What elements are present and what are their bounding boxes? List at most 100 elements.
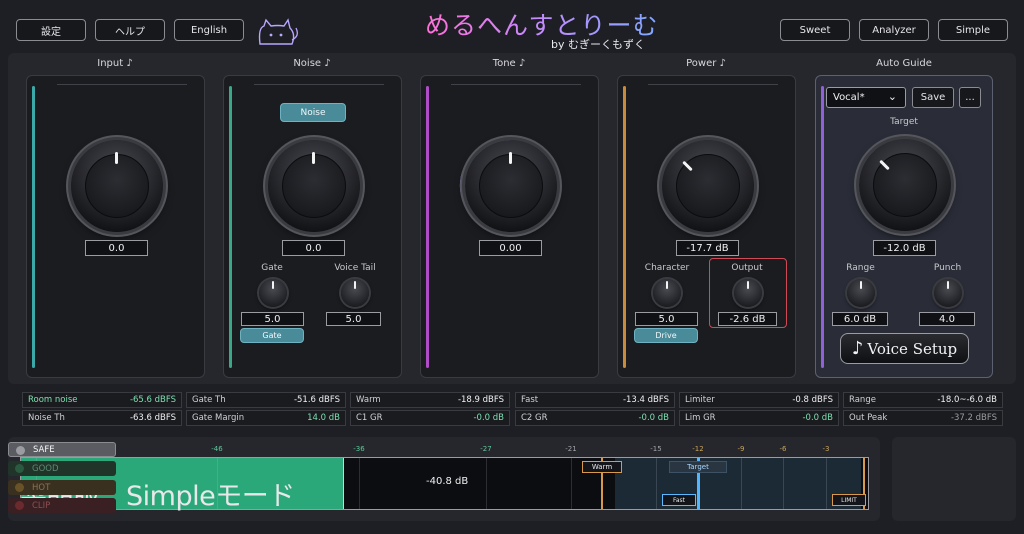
meter-tick-label: -9: [737, 445, 745, 453]
status-dot-icon: [15, 501, 24, 510]
meter-gridline: [783, 458, 784, 509]
stat-value: -37.2 dBFS: [950, 413, 997, 423]
more-button[interactable]: ...: [959, 87, 981, 108]
stat-label: Fast: [521, 395, 539, 405]
character-value[interactable]: 5.0: [635, 312, 698, 326]
target-marker: Target: [669, 461, 727, 473]
stat-label: Out Peak: [849, 413, 888, 423]
range-value[interactable]: 6.0 dB: [832, 312, 888, 326]
noise-button[interactable]: Noise: [280, 103, 346, 122]
meter-gridline: [656, 458, 657, 509]
stat-label: Limiter: [685, 395, 715, 405]
fast-marker: Fast: [662, 494, 696, 506]
target-knob[interactable]: [859, 139, 951, 231]
output-value[interactable]: -2.6 dB: [718, 312, 777, 326]
meter-level-value: -40.8 dB: [426, 476, 469, 487]
stat-value: -0.0 dB: [802, 413, 833, 423]
stat-label: Warm: [356, 395, 381, 405]
punch-knob[interactable]: [934, 279, 962, 307]
stat-value: -0.0 dB: [473, 413, 504, 423]
input-section-title: Input ♪: [97, 58, 133, 69]
note-icon: ♪: [518, 58, 526, 69]
status-good: GOOD: [8, 461, 116, 476]
drive-button[interactable]: Drive: [634, 328, 698, 343]
stat-value: -51.6 dBFS: [293, 395, 340, 405]
character-label: Character: [644, 263, 690, 273]
stat-label: Lim GR: [685, 413, 716, 423]
target-value[interactable]: -12.0 dB: [873, 240, 936, 256]
gate-label: Gate: [261, 263, 283, 273]
punch-label: Punch: [933, 263, 962, 273]
auto-guide-section-title: Auto Guide: [876, 58, 932, 69]
logo-byline: by むぎーくもずく: [551, 38, 645, 51]
stat-value: -0.8 dBFS: [792, 395, 833, 405]
settings-button[interactable]: 設定: [16, 19, 86, 41]
note-icon: ♪: [126, 58, 133, 69]
stat-row: Lim GR -0.0 dB: [679, 410, 839, 426]
tone-value[interactable]: 0.00: [479, 240, 542, 256]
simple-mode-button[interactable]: Simple: [938, 19, 1008, 41]
stat-label: Range: [849, 395, 876, 405]
sweet-mode-button[interactable]: Sweet: [780, 19, 850, 41]
voice-tail-label: Voice Tail: [334, 263, 376, 273]
stat-row: Warm -18.9 dBFS: [350, 392, 510, 408]
meter-tick-label: -15: [650, 445, 662, 453]
stat-row: Range -18.0~-6.0 dB: [843, 392, 1003, 408]
app-logo: めるへんすとりーむ by むぎーくもずく: [425, 6, 658, 52]
voice-setup-button[interactable]: ♪ Voice Setup: [840, 333, 969, 364]
stat-label: C1 GR: [356, 413, 383, 423]
voice-setup-label: Voice Setup: [867, 339, 958, 358]
stat-row: Noise Th -63.6 dBFS: [22, 410, 182, 426]
cat-icon: [258, 18, 298, 45]
status-dot-icon: [15, 483, 24, 492]
voice-tail-knob[interactable]: [341, 279, 369, 307]
meter-gridline: [486, 458, 487, 509]
noise-section-title: Noise ♪: [293, 58, 331, 69]
help-button[interactable]: ヘルプ: [95, 19, 165, 41]
stat-label: Noise Th: [28, 413, 65, 423]
stat-label: C2 GR: [521, 413, 548, 423]
input-value[interactable]: 0.0: [85, 240, 148, 256]
save-button[interactable]: Save: [912, 87, 954, 108]
punch-value[interactable]: 4.0: [919, 312, 975, 326]
stat-row: C2 GR -0.0 dB: [515, 410, 675, 426]
meter-tick-label: -21: [565, 445, 577, 453]
chevron-down-icon: ⌄: [887, 90, 897, 103]
stat-row: C1 GR -0.0 dB: [350, 410, 510, 426]
analyzer-mode-button[interactable]: Analyzer: [859, 19, 929, 41]
input-knob[interactable]: [71, 140, 163, 232]
meter-tick-label: -36: [353, 445, 365, 453]
stat-row: Fast -13.4 dBFS: [515, 392, 675, 408]
meter-tick-label: -12: [692, 445, 704, 453]
power-section-title: Power ♪: [686, 58, 726, 69]
stat-value: -18.0~-6.0 dB: [937, 395, 997, 405]
stat-label: Gate Th: [192, 395, 226, 405]
voice-tail-value[interactable]: 5.0: [326, 312, 381, 326]
preset-value: Vocal*: [833, 92, 865, 103]
meter-tick-label: -6: [779, 445, 787, 453]
status-safe: SAFE: [8, 442, 116, 457]
stat-row: Gate Margin 14.0 dB: [186, 410, 346, 426]
language-button[interactable]: English: [174, 19, 244, 41]
noise-knob[interactable]: [268, 140, 360, 232]
power-knob[interactable]: [662, 140, 754, 232]
gate-knob[interactable]: [259, 279, 287, 307]
power-value[interactable]: -17.7 dB: [676, 240, 739, 256]
meter-gridline: [741, 458, 742, 509]
preset-select[interactable]: Vocal* ⌄: [826, 87, 906, 108]
target-zone: [615, 458, 861, 509]
character-knob[interactable]: [653, 279, 681, 307]
range-knob[interactable]: [847, 279, 875, 307]
status-dot-icon: [15, 464, 24, 473]
gate-button[interactable]: Gate: [240, 328, 304, 343]
stat-label: Gate Margin: [192, 413, 245, 423]
output-knob[interactable]: [734, 279, 762, 307]
noise-value[interactable]: 0.0: [282, 240, 345, 256]
tone-knob[interactable]: [465, 140, 557, 232]
meter-tick-label: -27: [480, 445, 492, 453]
stat-row: Room noise -65.6 dBFS: [22, 392, 182, 408]
note-icon: ♪: [719, 58, 726, 69]
meter-tick-label: -3: [822, 445, 830, 453]
gate-value[interactable]: 5.0: [241, 312, 304, 326]
stat-value: 14.0 dB: [307, 413, 340, 423]
